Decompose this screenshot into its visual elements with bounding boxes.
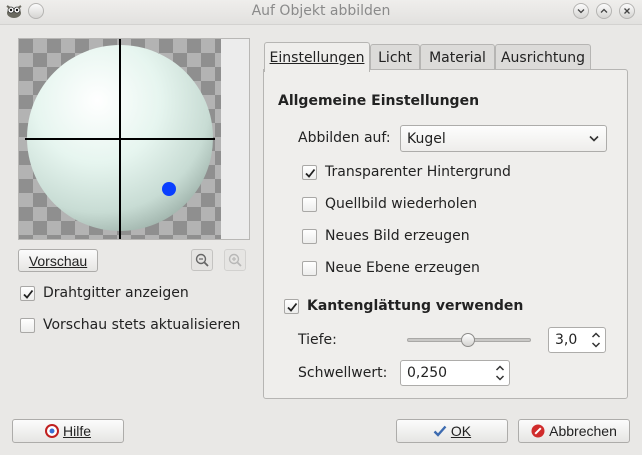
wireframe-checkbox[interactable] [20, 285, 35, 301]
new-image-label: Neues Bild erzeugen [325, 228, 470, 244]
antialias-checkbox[interactable] [284, 298, 299, 314]
threshold-value: 0,250 [407, 365, 448, 381]
checkmark-icon [305, 168, 316, 178]
zoom-out-icon [195, 253, 209, 267]
new-layer-row[interactable]: Neue Ebene erzeugen [302, 260, 480, 276]
threshold-spinbutton[interactable]: 0,250 [400, 360, 510, 386]
settings-panel: Allgemeine Einstellungen Abbilden auf: K… [263, 69, 628, 399]
wireframe-label: Drahtgitter anzeigen [43, 285, 189, 301]
cancel-icon [531, 424, 545, 438]
auto-update-checkbox[interactable] [20, 317, 35, 333]
zoom-out-button[interactable] [191, 249, 213, 271]
tab-label: Einstellungen [269, 49, 365, 66]
help-button-label: Hilfe [62, 423, 91, 439]
antialias-label: Kantenglättung verwenden [307, 298, 524, 314]
tab-einstellungen[interactable]: Einstellungen [264, 42, 370, 72]
maximize-button[interactable] [596, 3, 612, 19]
light-source-marker [162, 182, 176, 196]
tab-label: Material [429, 50, 486, 66]
chevron-down-icon [577, 9, 585, 14]
depth-value: 3,0 [555, 332, 578, 348]
transparent-bg-row[interactable]: Transparenter Hintergrund [302, 164, 511, 180]
tile-source-row[interactable]: Quellbild wiederholen [302, 196, 477, 212]
tile-source-label: Quellbild wiederholen [325, 196, 478, 212]
help-icon [44, 424, 59, 438]
spin-arrows-icon [495, 365, 505, 381]
chevron-down-icon [589, 135, 599, 142]
transparent-bg-label: Transparenter Hintergrund [325, 164, 511, 180]
antialias-row[interactable]: Kantenglättung verwenden [284, 298, 523, 314]
tab-label: Licht [378, 50, 412, 66]
map-to-label: Abbilden auf: [298, 130, 391, 146]
ok-button[interactable]: OK [396, 419, 508, 443]
tab-licht[interactable]: Licht [370, 44, 420, 71]
minimize-button[interactable] [573, 3, 589, 19]
map-to-select[interactable]: Kugel [400, 125, 607, 152]
section-title: Allgemeine Einstellungen [278, 93, 480, 109]
new-layer-checkbox[interactable] [302, 260, 317, 276]
auto-update-label: Vorschau stets aktualisieren [43, 317, 241, 333]
checkmark-icon [287, 302, 298, 312]
tab-material[interactable]: Material [420, 44, 495, 71]
map-to-value: Kugel [407, 130, 446, 147]
tab-label: Ausrichtung [500, 50, 586, 66]
close-button[interactable] [619, 3, 635, 19]
new-image-checkbox[interactable] [302, 228, 317, 244]
zoom-in-button[interactable] [224, 249, 246, 271]
tab-ausrichtung[interactable]: Ausrichtung [495, 44, 591, 71]
preview-button[interactable]: Vorschau [18, 249, 98, 272]
auto-update-checkbox-row[interactable]: Vorschau stets aktualisieren [20, 317, 240, 333]
zoom-in-icon [228, 253, 242, 267]
tile-source-checkbox[interactable] [302, 196, 317, 212]
transparent-bg-checkbox[interactable] [302, 164, 317, 180]
depth-slider-handle[interactable] [461, 333, 475, 347]
help-button[interactable]: Hilfe [12, 419, 124, 443]
new-layer-label: Neue Ebene erzeugen [325, 260, 480, 276]
spin-arrows-icon [591, 332, 601, 348]
window-title: Auf Objekt abbilden [251, 3, 391, 19]
cancel-button-label: Abbrechen [549, 423, 617, 439]
wireframe-checkbox-row[interactable]: Drahtgitter anzeigen [20, 285, 189, 301]
chevron-up-icon [600, 8, 608, 13]
depth-label: Tiefe: [298, 332, 337, 348]
preview-button-label: Vorschau [28, 252, 88, 269]
preview-canvas [19, 39, 249, 239]
new-image-row[interactable]: Neues Bild erzeugen [302, 228, 470, 244]
title-bar: Auf Objekt abbilden [0, 0, 642, 25]
cancel-button[interactable]: Abbrechen [518, 419, 630, 443]
checkmark-icon [23, 289, 34, 299]
preview-area[interactable] [18, 38, 250, 240]
depth-spinbutton[interactable]: 3,0 [548, 327, 606, 353]
ok-button-label: OK [450, 423, 472, 439]
threshold-label: Schwellwert: [298, 365, 388, 381]
close-icon [624, 8, 630, 14]
checkmark-icon [433, 425, 447, 437]
